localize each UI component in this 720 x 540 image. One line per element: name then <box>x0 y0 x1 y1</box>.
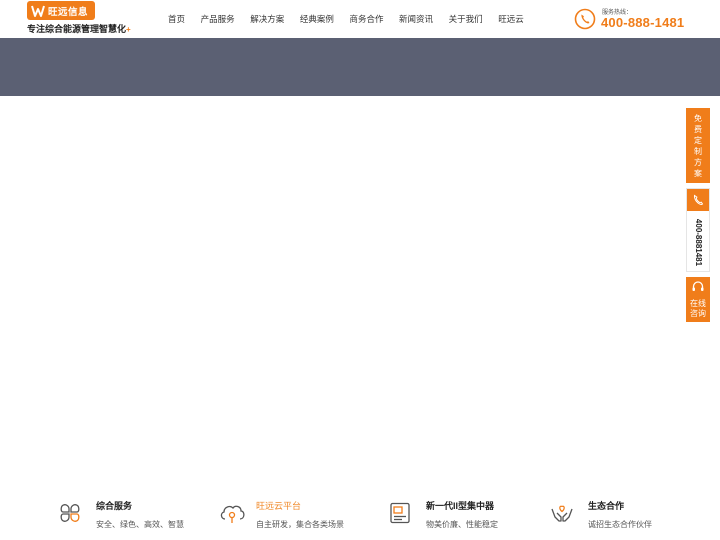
cloud-icon <box>220 505 245 523</box>
headset-icon <box>692 281 704 291</box>
feature-ecosystem[interactable]: 生态合作 诚招生态合作伙伴 <box>550 492 690 536</box>
free-quote-button[interactable]: 免 费 定 制 方 案 <box>686 108 710 183</box>
hotline[interactable]: 服务热线： 400-888-1481 <box>574 6 694 32</box>
quote-char: 制 <box>694 147 702 156</box>
feature-cloud-platform[interactable]: 旺远云平台 自主研发，集合各类场景 <box>218 492 358 536</box>
device-icon <box>390 502 410 524</box>
quote-char: 案 <box>694 169 702 178</box>
phone-icon <box>574 8 596 30</box>
feature-desc: 安全、绿色、高效、智慧 <box>96 520 184 529</box>
quote-char: 费 <box>694 125 702 134</box>
hotline-number[interactable]: 400-888-1481 <box>601 15 684 30</box>
nav-item-solutions[interactable]: 解决方案 <box>250 13 284 25</box>
nav-item-products[interactable]: 产品服务 <box>201 13 235 25</box>
feature-desc: 物美价廉、性能稳定 <box>426 520 498 529</box>
float-phone-icon-box <box>687 189 709 211</box>
consult-label: 在线 咨询 <box>686 299 710 319</box>
float-phone-number-box: 400-8881481 <box>688 215 710 269</box>
slogan-suffix: + <box>126 25 131 34</box>
float-phone-number: 400-8881481 <box>694 218 704 266</box>
feature-title: 旺远云平台 <box>256 501 302 511</box>
nav-item-cases[interactable]: 经典案例 <box>300 13 334 25</box>
logo-text: 旺远信息 <box>48 6 89 18</box>
feature-desc: 自主研发，集合各类场景 <box>256 520 344 529</box>
nav-item-home[interactable]: 首页 <box>168 13 185 25</box>
feature-row: 综合服务 安全、绿色、高效、智慧 旺远云平台 自主研发，集合各类场景 新一代II… <box>0 492 720 540</box>
nav-item-about[interactable]: 关于我们 <box>449 13 483 25</box>
hero-banner <box>0 38 720 96</box>
feature-title: 新一代II型集中器 <box>426 501 495 511</box>
logo[interactable]: 旺远信息 <box>27 1 95 20</box>
nav-item-cloud[interactable]: 旺远云 <box>498 13 524 25</box>
consult-line: 在线 <box>690 299 706 308</box>
feature-title: 综合服务 <box>96 501 133 511</box>
feature-integrated-service[interactable]: 综合服务 安全、绿色、高效、智慧 <box>58 492 198 536</box>
logo-w-icon <box>31 5 45 17</box>
float-phone-button[interactable]: 400-8881481 <box>686 188 710 272</box>
phone-icon <box>693 194 704 205</box>
main-nav: 首页 产品服务 解决方案 经典案例 商务合作 新闻资讯 关于我们 旺远云 <box>168 13 524 25</box>
feature-concentrator[interactable]: 新一代II型集中器 物美价廉、性能稳定 <box>388 492 528 536</box>
four-petal-icon <box>60 504 80 522</box>
quote-char: 定 <box>694 136 702 145</box>
feature-title: 生态合作 <box>588 501 625 511</box>
online-consult-button[interactable]: 在线 咨询 <box>686 277 710 322</box>
nav-item-news[interactable]: 新闻资讯 <box>399 13 433 25</box>
quote-char: 方 <box>694 158 702 167</box>
slogan-text: 专注综合能源管理智慧化 <box>27 24 127 34</box>
site-header: 旺远信息 专注综合能源管理智慧化+ 首页 产品服务 解决方案 经典案例 商务合作… <box>0 0 720 38</box>
slogan: 专注综合能源管理智慧化+ <box>27 22 131 35</box>
quote-char: 免 <box>694 114 702 123</box>
hands-heart-icon <box>551 505 573 522</box>
consult-line: 咨询 <box>690 309 706 318</box>
feature-desc: 诚招生态合作伙伴 <box>588 520 652 529</box>
nav-item-business[interactable]: 商务合作 <box>349 13 383 25</box>
